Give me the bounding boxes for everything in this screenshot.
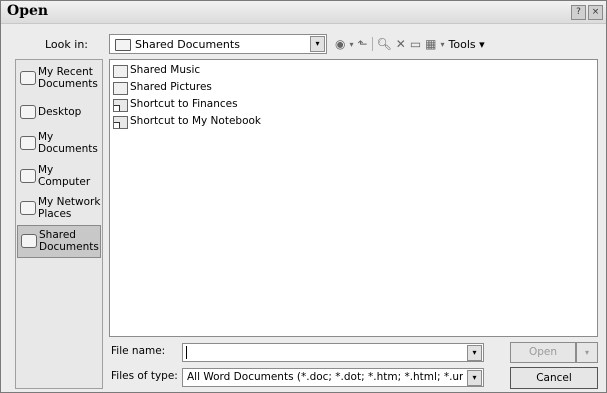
file-name: Shared Music [130, 64, 201, 76]
place-desktop[interactable]: Desktop [17, 97, 101, 130]
places-bar: My Recent Documents Desktop My Documents… [15, 59, 103, 389]
look-in-value: Shared Documents [135, 38, 240, 51]
folder-icon [113, 65, 128, 78]
desktop-icon [20, 105, 36, 119]
search-web-icon[interactable]: 🔍︎ [377, 37, 392, 51]
place-my-documents[interactable]: My Documents [17, 128, 101, 161]
folder-icon [113, 82, 128, 95]
my-documents-icon [20, 136, 36, 150]
text-caret [186, 346, 187, 359]
shortcut-icon [113, 99, 128, 112]
toolbar: ◉ ▾ ⬑ 🔍︎ ✕ ▭ ▦ ▾ Tools ▾ [335, 33, 485, 55]
look-in-dropdown-button[interactable]: ▾ [310, 36, 325, 52]
file-name-input[interactable]: ▾ [182, 343, 484, 362]
back-dropdown-icon[interactable]: ▾ [349, 40, 353, 49]
toolbar-separator [371, 37, 373, 51]
open-options-dropdown-button[interactable]: ▾ [576, 342, 598, 363]
place-label: Desktop [38, 106, 82, 118]
tools-menu-button[interactable]: Tools ▾ [449, 38, 485, 51]
folder-icon [115, 39, 131, 51]
list-item[interactable]: Shared Music [113, 63, 413, 79]
place-label: My Network Places [38, 196, 101, 220]
file-name: Shortcut to Finances [130, 98, 238, 110]
shortcut-icon [113, 116, 128, 129]
dialog-title: Open [7, 3, 49, 19]
title-bar[interactable]: Open ? × [1, 1, 606, 24]
place-label: My Computer [38, 164, 91, 188]
place-label: My Recent Documents [38, 66, 98, 90]
delete-icon[interactable]: ✕ [396, 37, 406, 51]
file-name-dropdown-button[interactable]: ▾ [467, 345, 482, 361]
open-dialog: Open ? × Look in: Shared Documents ▾ ◉ ▾… [0, 0, 607, 393]
open-button[interactable]: Open [510, 342, 576, 363]
list-item[interactable]: Shortcut to Finances [113, 97, 413, 113]
place-label: My Documents [38, 131, 98, 155]
up-one-level-icon[interactable]: ⬑ [358, 37, 368, 51]
shared-documents-icon [21, 234, 37, 248]
place-my-network-places[interactable]: My Network Places [17, 193, 101, 226]
file-name-label: File name: [111, 345, 166, 357]
views-dropdown-icon[interactable]: ▾ [441, 40, 445, 49]
look-in-combo[interactable]: Shared Documents ▾ [109, 34, 327, 54]
place-shared-documents[interactable]: Shared Documents [17, 225, 101, 258]
file-list[interactable]: Shared Music Shared Pictures Shortcut to… [109, 59, 598, 337]
file-name: Shared Pictures [130, 81, 212, 93]
cancel-button[interactable]: Cancel [510, 367, 598, 389]
files-of-type-value: All Word Documents (*.doc; *.dot; *.htm;… [187, 371, 463, 383]
back-icon[interactable]: ◉ [335, 37, 345, 51]
close-button[interactable]: × [588, 5, 603, 20]
place-my-recent-documents[interactable]: My Recent Documents [17, 63, 101, 96]
files-of-type-select[interactable]: All Word Documents (*.doc; *.dot; *.htm;… [182, 368, 484, 387]
new-folder-icon[interactable]: ▭ [410, 37, 421, 51]
list-item[interactable]: Shortcut to My Notebook [113, 114, 413, 130]
recent-docs-icon [20, 71, 36, 85]
look-in-label: Look in: [45, 38, 88, 51]
files-of-type-dropdown-button[interactable]: ▾ [467, 370, 482, 386]
list-item[interactable]: Shared Pictures [113, 80, 413, 96]
views-icon[interactable]: ▦ [425, 37, 436, 51]
my-computer-icon [20, 169, 36, 183]
help-button[interactable]: ? [571, 5, 586, 20]
file-name: Shortcut to My Notebook [130, 115, 261, 127]
network-places-icon [20, 201, 36, 215]
files-of-type-label: Files of type: [111, 370, 178, 382]
place-label: Shared Documents [39, 229, 99, 253]
place-my-computer[interactable]: My Computer [17, 161, 101, 194]
